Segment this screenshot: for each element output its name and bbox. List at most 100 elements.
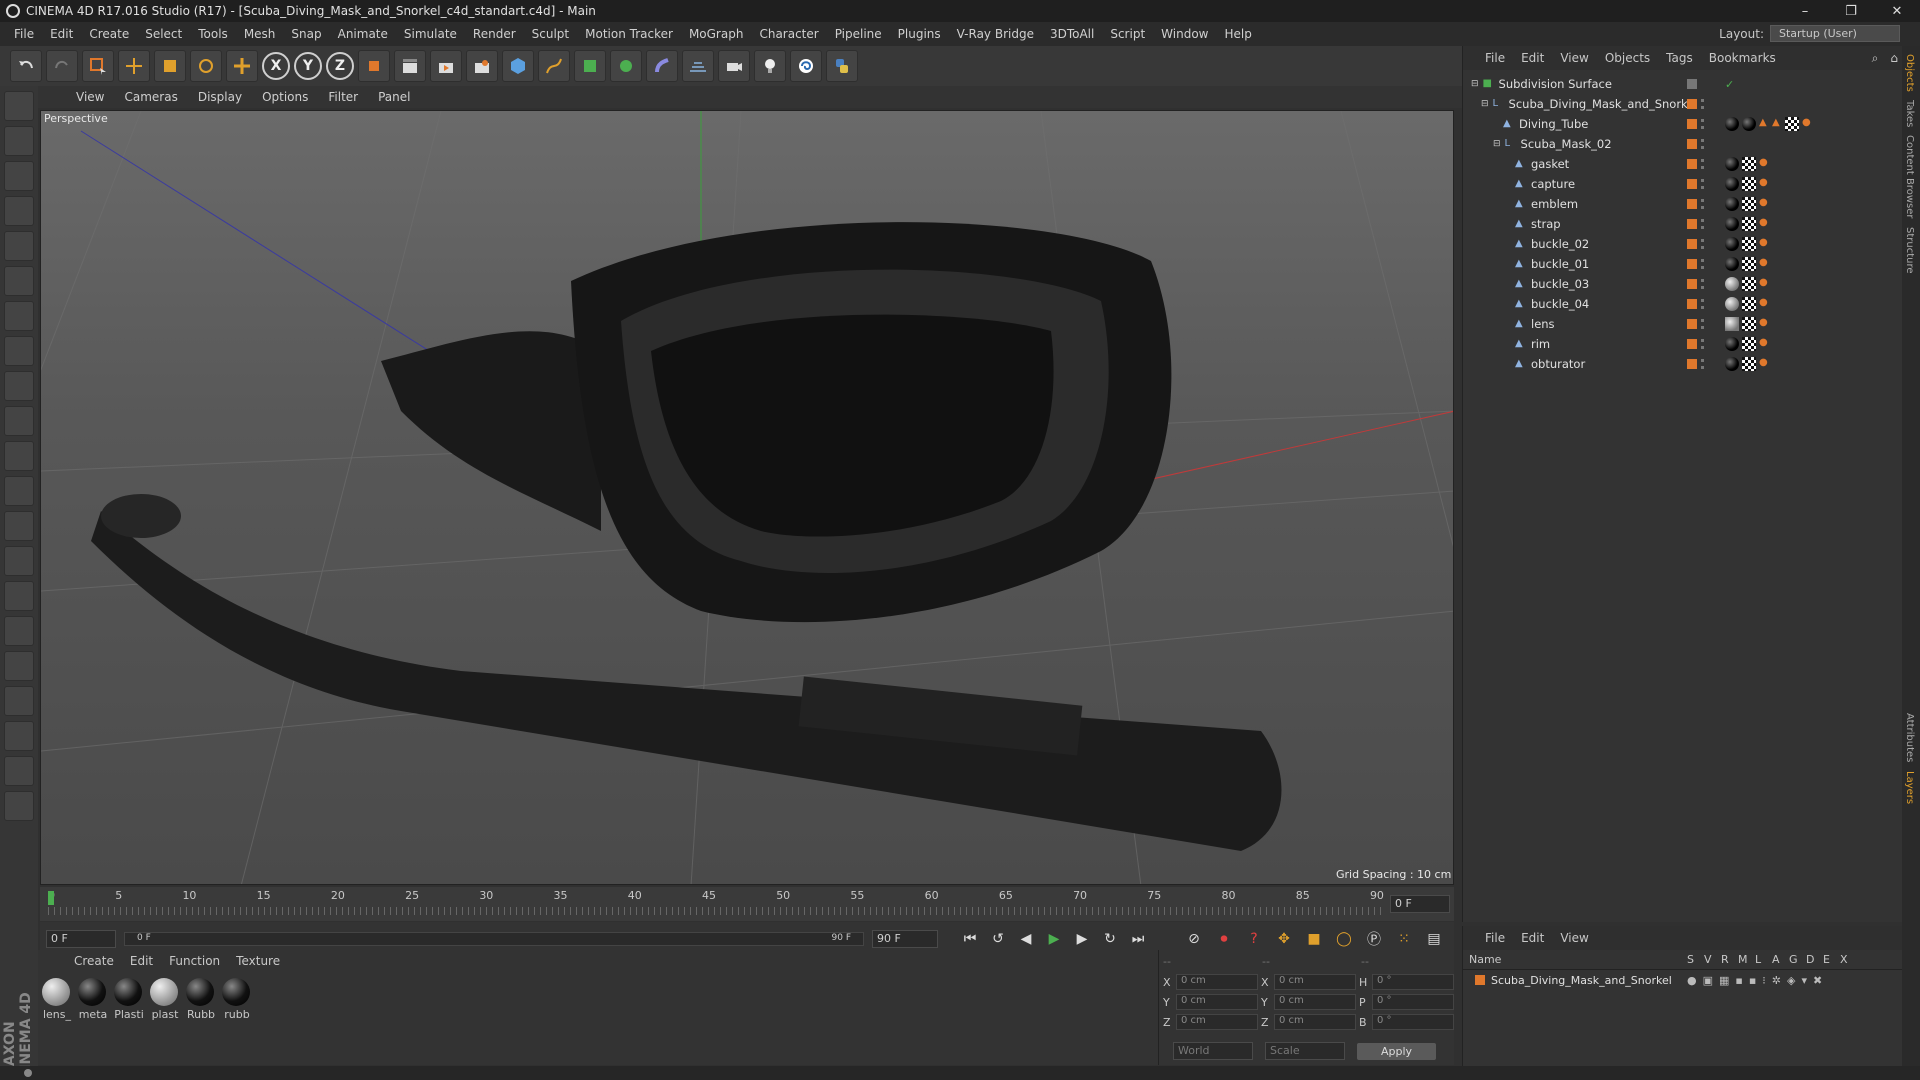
menu-motion-tracker[interactable]: Motion Tracker — [577, 27, 681, 41]
python-button[interactable] — [826, 50, 858, 82]
expand-icon[interactable]: ⊟ — [1471, 79, 1479, 89]
visibility-dots[interactable] — [1701, 359, 1704, 369]
menu-edit[interactable]: Edit — [42, 27, 81, 41]
record-position-button[interactable]: ⊘ — [1182, 927, 1206, 951]
snap-button[interactable] — [4, 406, 34, 436]
minimize-button[interactable]: – — [1782, 0, 1828, 22]
layer-color-swatch[interactable] — [1475, 975, 1485, 985]
object-row[interactable]: ▲ buckle_04 ● — [1463, 294, 1902, 314]
material-tag-icon[interactable] — [1725, 217, 1739, 231]
material-tag-icon[interactable] — [1725, 237, 1739, 251]
tab-objects[interactable]: Objects — [1904, 54, 1915, 92]
maximize-button[interactable]: ❐ — [1828, 0, 1874, 22]
menu-script[interactable]: Script — [1102, 27, 1153, 41]
menu-snap[interactable]: Snap — [283, 27, 329, 41]
object-row[interactable]: ▲ capture ● — [1463, 174, 1902, 194]
visibility-dots[interactable] — [1701, 99, 1704, 109]
end-frame-field[interactable]: 90 F — [872, 930, 938, 948]
deformer-button[interactable] — [646, 50, 678, 82]
material-tag-icon[interactable] — [1725, 197, 1739, 211]
menu-tools[interactable]: Tools — [190, 27, 236, 41]
material-swatch[interactable]: Rubb — [186, 978, 216, 1021]
next-keyframe-button[interactable]: ↻ — [1098, 927, 1122, 951]
rotate-key-button[interactable]: ◯ — [1332, 927, 1356, 951]
object-menu-tags[interactable]: Tags — [1658, 51, 1701, 65]
object-menu-file[interactable]: File — [1477, 51, 1513, 65]
material-tag-icon[interactable] — [1725, 357, 1739, 371]
menu-animate[interactable]: Animate — [330, 27, 396, 41]
camera-button[interactable] — [718, 50, 750, 82]
y-axis-button[interactable]: Y — [294, 52, 322, 80]
material-tag-icon[interactable] — [1725, 317, 1739, 331]
uvw-tag-icon[interactable] — [1742, 157, 1756, 171]
param-key-button[interactable]: Ⓟ — [1362, 927, 1386, 951]
menu-select[interactable]: Select — [137, 27, 190, 41]
material-swatch[interactable]: rubb — [222, 978, 252, 1021]
light-button[interactable] — [754, 50, 786, 82]
coordinate-system-button[interactable] — [358, 50, 390, 82]
material-swatch[interactable]: plast — [150, 978, 180, 1021]
visibility-dots[interactable] — [1701, 179, 1704, 189]
go-to-start-button[interactable]: ⏮ — [958, 927, 982, 951]
viewport-menu-panel[interactable]: Panel — [368, 90, 420, 104]
visibility-dots[interactable] — [1701, 199, 1704, 209]
uvw-tag-icon[interactable] — [1742, 197, 1756, 211]
layout-dropdown[interactable]: Startup (User) — [1770, 25, 1900, 42]
world-dropdown[interactable]: World — [1173, 1042, 1253, 1060]
tab-layers[interactable]: Layers — [1904, 771, 1915, 804]
material-tag-icon[interactable] — [1725, 337, 1739, 351]
menu-vray-bridge[interactable]: V-Ray Bridge — [949, 27, 1042, 41]
viewport-menu-options[interactable]: Options — [252, 90, 318, 104]
last-tool-button[interactable] — [226, 50, 258, 82]
live-selection-button[interactable] — [82, 50, 114, 82]
sculpt-brush-3-button[interactable] — [4, 581, 34, 611]
close-button[interactable]: ✕ — [1874, 0, 1920, 22]
start-frame-field[interactable]: 0 F — [46, 930, 116, 948]
phong-tag-icon[interactable]: ● — [1759, 177, 1769, 191]
object-row[interactable]: ▲ buckle_02 ● — [1463, 234, 1902, 254]
workplane-lock-button[interactable] — [4, 476, 34, 506]
phong-tag-icon[interactable]: ● — [1802, 117, 1812, 131]
material-swatch[interactable]: Plasti — [114, 978, 144, 1021]
sculpt-brush-7-button[interactable] — [4, 721, 34, 751]
size-z-field[interactable]: 0 cm — [1274, 1014, 1356, 1030]
scale-tool-button[interactable] — [154, 50, 186, 82]
texture-mode-button[interactable] — [4, 161, 34, 191]
texture-tag-icon[interactable]: ▲ — [1772, 117, 1782, 131]
sculpt-brush-5-button[interactable] — [4, 651, 34, 681]
pla-key-button[interactable]: ⁙ — [1392, 927, 1416, 951]
floor-button[interactable] — [682, 50, 714, 82]
phong-tag-icon[interactable]: ● — [1759, 157, 1769, 171]
position-y-field[interactable]: 0 cm — [1176, 994, 1258, 1010]
object-row[interactable]: ⊟ L Scuba_Mask_02 — [1463, 134, 1902, 154]
autokey-button[interactable]: ⏺ — [1212, 927, 1236, 951]
material-menu-texture[interactable]: Texture — [228, 954, 288, 968]
undo-button[interactable] — [10, 50, 42, 82]
object-row[interactable]: ▲ buckle_01 ● — [1463, 254, 1902, 274]
visibility-dots[interactable] — [1701, 319, 1704, 329]
material-tag-icon[interactable] — [1742, 117, 1756, 131]
uvw-tag-icon[interactable] — [1742, 357, 1756, 371]
scale-key-button[interactable]: ■ — [1302, 927, 1326, 951]
object-menu-view[interactable]: View — [1552, 51, 1596, 65]
menu-plugins[interactable]: Plugins — [890, 27, 949, 41]
tab-structure[interactable]: Structure — [1904, 227, 1915, 274]
menu-window[interactable]: Window — [1153, 27, 1216, 41]
menu-help[interactable]: Help — [1216, 27, 1259, 41]
object-row[interactable]: ▲ emblem ● — [1463, 194, 1902, 214]
object-row[interactable]: ▲ obturator ● — [1463, 354, 1902, 374]
tab-content-browser[interactable]: Content Browser — [1904, 135, 1915, 218]
visibility-dots[interactable] — [1701, 279, 1704, 289]
uvw-tag-icon[interactable] — [1742, 297, 1756, 311]
menu-sculpt[interactable]: Sculpt — [524, 27, 577, 41]
edges-mode-button[interactable] — [4, 266, 34, 296]
render-view-button[interactable] — [394, 50, 426, 82]
array-button[interactable] — [610, 50, 642, 82]
material-menu-function[interactable]: Function — [161, 954, 228, 968]
uvw-tag-icon[interactable] — [1742, 257, 1756, 271]
menu-character[interactable]: Character — [751, 27, 826, 41]
menu-mesh[interactable]: Mesh — [236, 27, 284, 41]
object-row[interactable]: ▲ strap ● — [1463, 214, 1902, 234]
layer-row[interactable]: Scuba_Diving_Mask_and_Snorkel ●▣▦▪▪⁝✲◈▾✖ — [1463, 970, 1902, 990]
material-swatch[interactable]: meta — [78, 978, 108, 1021]
